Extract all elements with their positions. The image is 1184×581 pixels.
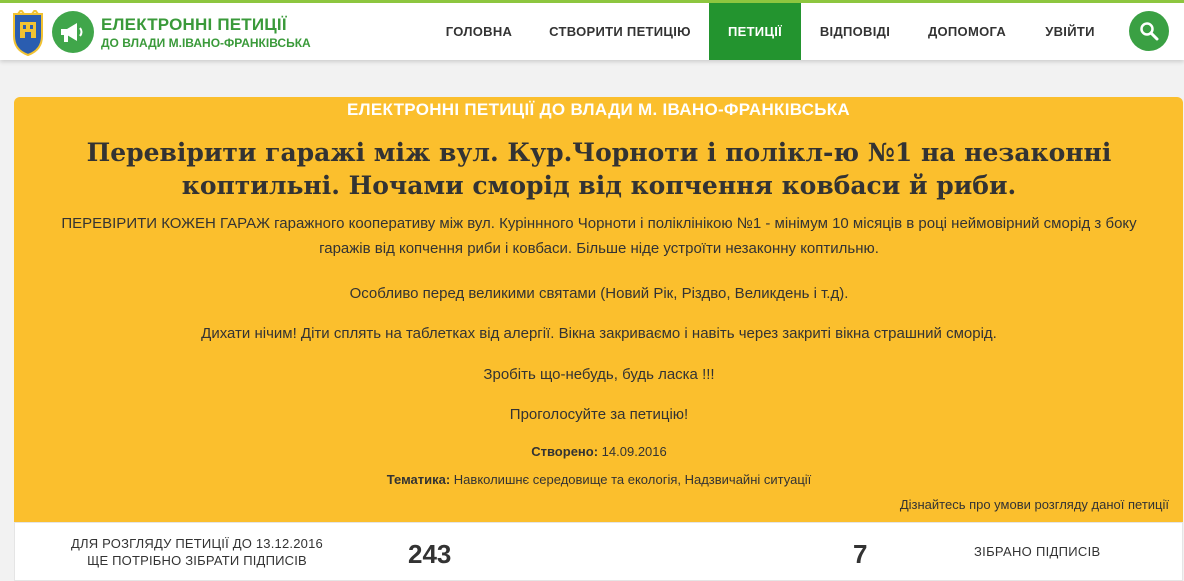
signatures-panel: ДЛЯ РОЗГЛЯДУ ПЕТИЦІЇ ДО 13.12.2016 ЩЕ ПО… [14,522,1183,581]
nav-answers[interactable]: ВІДПОВІДІ [806,3,904,60]
search-icon [1140,22,1159,41]
deadline-text: ДЛЯ РОЗГЛЯДУ ПЕТИЦІЇ ДО 13.12.2016 [71,536,323,551]
nav-help[interactable]: ДОПОМОГА [912,3,1022,60]
top-navigation-bar: ЕЛЕКТРОННІ ПЕТИЦІЇ ДО ВЛАДИ М.ІВАНО-ФРАН… [0,0,1184,60]
petition-card: ЕЛЕКТРОННІ ПЕТИЦІЇ ДО ВЛАДИ М. ІВАНО-ФРА… [14,97,1183,522]
megaphone-icon [61,23,83,42]
signatures-collected-label: ЗІБРАНО ПІДПИСІВ [974,544,1101,559]
petition-paragraph: ПЕРЕВІРИТИ КОЖЕН ГАРАЖ гаражного коопера… [61,215,1137,257]
petition-paragraph: Особливо перед великими святами (Новий Р… [349,285,849,302]
topic-line: Тематика: Навколишнє середовище та еколо… [44,472,1154,487]
nav-home[interactable]: ГОЛОВНА [430,3,528,60]
signatures-needed-count: 243 [408,539,452,569]
city-coat-of-arms-icon[interactable] [12,10,44,56]
brand-title[interactable]: ЕЛЕКТРОННІ ПЕТИЦІЇ [101,15,287,35]
needed-text: ЩЕ ПОТРІБНО ЗІБРАТИ ПІДПИСІВ [87,553,307,568]
review-conditions-link[interactable]: Дізнайтесь про умови розгляду даної пети… [900,497,1169,512]
brand-subtitle[interactable]: ДО ВЛАДИ М.ІВАНО-ФРАНКІВСЬКА [101,36,311,50]
nav-create-petition[interactable]: СТВОРИТИ ПЕТИЦІЮ [532,3,708,60]
search-button[interactable] [1129,11,1169,51]
signatures-collected-count: 7 [853,539,868,569]
topic-value: Навколишнє середовище та екологія, Надзв… [453,472,812,487]
nav-login[interactable]: УВІЙТИ [1030,3,1110,60]
created-date: 14.09.2016 [601,444,667,459]
section-title: ЕЛЕКТРОННІ ПЕТИЦІЇ ДО ВЛАДИ М. ІВАНО-ФРА… [346,100,851,119]
petition-paragraph: Проголосуйте за петицію! [509,406,689,423]
signatures-needed-caption: ДЛЯ РОЗГЛЯДУ ПЕТИЦІЇ ДО 13.12.2016 ЩЕ ПО… [37,535,357,569]
nav-petitions[interactable]: ПЕТИЦІЇ [709,3,801,60]
petitions-logo[interactable] [52,11,94,53]
topic-label: Тематика: [386,472,451,487]
created-date-line: Створено: 14.09.2016 [44,444,1154,459]
petition-title: Перевірити гаражі між вул. Кур.Чорноти і… [86,138,1112,200]
created-label: Створено: [531,444,599,459]
petition-paragraph: Дихати нічим! Діти сплять на таблетках в… [201,325,997,342]
petition-paragraph: Зробіть що-небудь, будь ласка !!! [483,366,715,383]
